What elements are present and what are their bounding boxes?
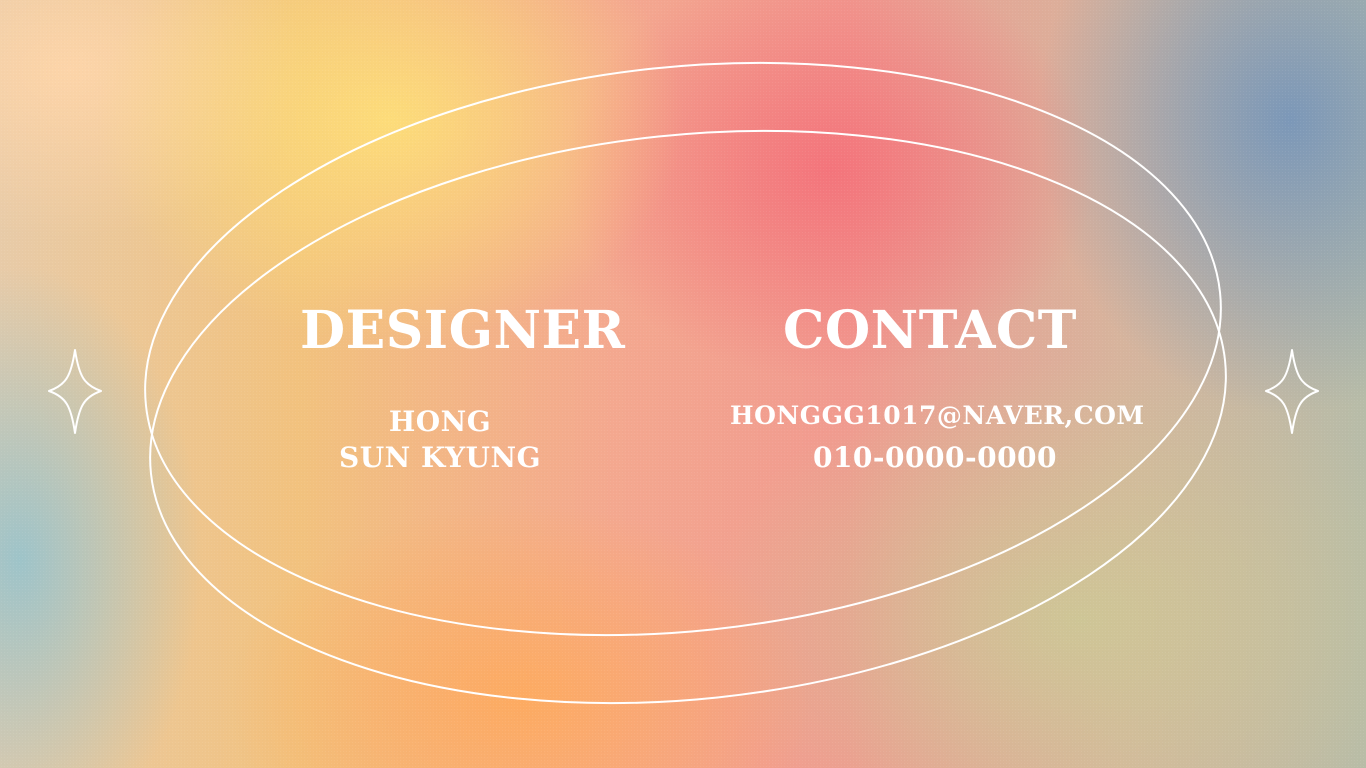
name-second-line: SUN KYUNG [339, 441, 541, 474]
email-address: HONGGG1017@NAVER,COM [730, 401, 1145, 430]
name-first-line: HONG [388, 405, 492, 438]
sparkle-icon [48, 349, 102, 434]
contact-heading: CONTACT [783, 300, 1077, 361]
designer-heading: DESIGNER [300, 300, 626, 361]
sparkle-icon [1265, 349, 1319, 434]
card-decoration [48, 61, 1319, 705]
phone-number: 010-0000-0000 [812, 441, 1058, 474]
